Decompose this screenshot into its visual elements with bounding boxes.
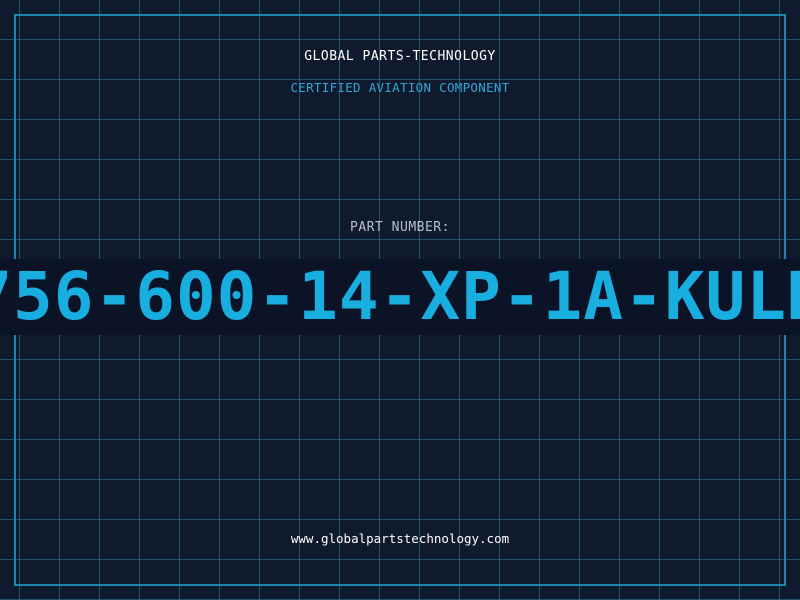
certification-subtitle: CERTIFIED AVIATION COMPONENT: [290, 80, 510, 95]
part-number-value: 1756-600-14-XP-1A-KULKP: [0, 259, 800, 335]
company-name: GLOBAL PARTS-TECHNOLOGY: [304, 49, 496, 64]
part-number-band: 1756-600-14-XP-1A-KULKP: [0, 259, 800, 335]
part-number-label: PART NUMBER:: [350, 220, 450, 235]
website-url: www.globalpartstechnology.com: [290, 531, 510, 546]
